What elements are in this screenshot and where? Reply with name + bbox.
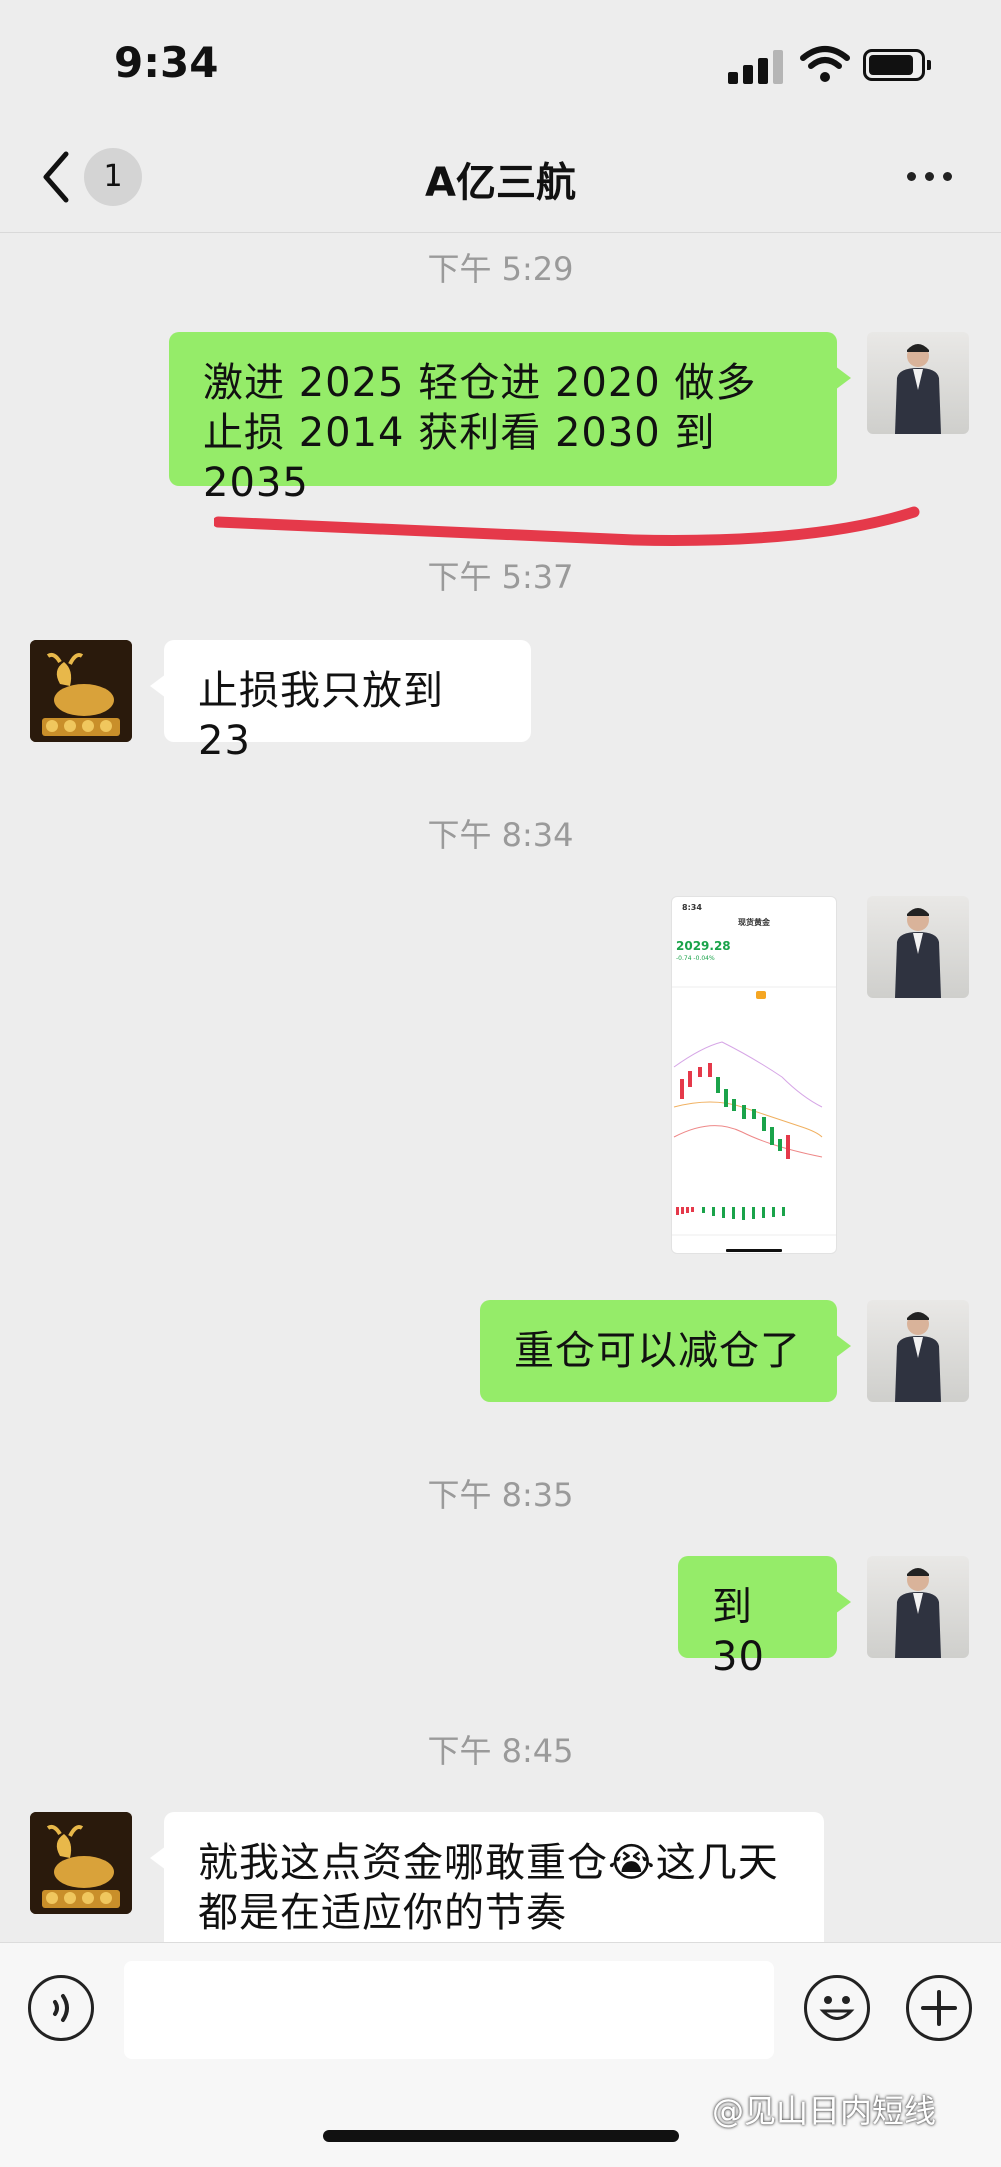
voice-wave-icon [53, 1994, 69, 2022]
person-avatar-icon [895, 908, 941, 998]
chat-title: A亿三航 [425, 160, 576, 206]
contact-avatar[interactable] [30, 640, 132, 742]
watermark: @见山日内短线 [712, 2092, 937, 2130]
candlestick-chart-graphic [672, 986, 836, 1252]
my-avatar[interactable] [867, 1300, 969, 1402]
message-input[interactable] [124, 1961, 774, 2059]
message-timestamp: 下午 8:35 [427, 1476, 574, 1514]
thumb-status-time: 8:34 [682, 903, 702, 912]
my-avatar[interactable] [867, 1556, 969, 1658]
plus-icon [921, 1990, 957, 2026]
message-text: 都是在适应你的节奏 [198, 1890, 567, 1936]
voice-input-button[interactable] [28, 1975, 94, 2041]
battery-icon [863, 49, 931, 81]
home-indicator[interactable] [323, 2130, 679, 2142]
smiley-face-icon [819, 1996, 855, 2020]
thumb-change: -0.74 -0.04% [676, 955, 715, 962]
person-avatar-icon [895, 344, 941, 434]
my-message-bubble[interactable]: 到 30 [678, 1556, 851, 1680]
my-avatar[interactable] [867, 896, 969, 998]
more-functions-button[interactable] [906, 1975, 972, 2041]
my-message-bubble[interactable]: 激进 2025 轻仓进 2020 做多 止损 2014 获利看 2030 到 2… [169, 332, 851, 506]
my-avatar[interactable] [867, 332, 969, 434]
thumb-title: 现货黄金 [738, 918, 770, 927]
more-options-icon[interactable] [907, 172, 953, 182]
message-timestamp: 下午 5:37 [427, 558, 574, 596]
person-avatar-icon [895, 1568, 941, 1658]
message-text: 这几天 [655, 1840, 779, 1886]
my-message-bubble[interactable]: 重仓可以减仓了 [480, 1300, 851, 1402]
shared-screenshot-image[interactable]: 8:34 现货黄金 2029.28 -0.74 -0.04% [671, 896, 837, 1254]
chat-header: 9:34 1 A亿三航 [0, 0, 1001, 233]
message-timestamp: 下午 8:45 [427, 1732, 574, 1770]
message-timestamp: 下午 8:34 [427, 816, 574, 854]
golden-bull-icon [30, 640, 132, 742]
contact-avatar[interactable] [30, 1812, 132, 1914]
person-avatar-icon [895, 1312, 941, 1402]
golden-bull-icon [30, 1812, 132, 1914]
thumb-price: 2029.28 [676, 939, 731, 953]
wifi-icon [800, 46, 850, 82]
emoji-button[interactable] [804, 1975, 870, 2041]
red-underline-annotation [214, 506, 920, 546]
contact-message-bubble[interactable]: 止损我只放到 23 [150, 640, 531, 764]
cellular-signal-icon [728, 50, 784, 84]
message-timestamp: 下午 5:29 [427, 250, 574, 288]
status-time: 9:34 [114, 38, 219, 87]
message-text: 就我这点资金哪敢重仓 [198, 1840, 608, 1886]
crying-emoji: 😭 [608, 1840, 656, 1886]
